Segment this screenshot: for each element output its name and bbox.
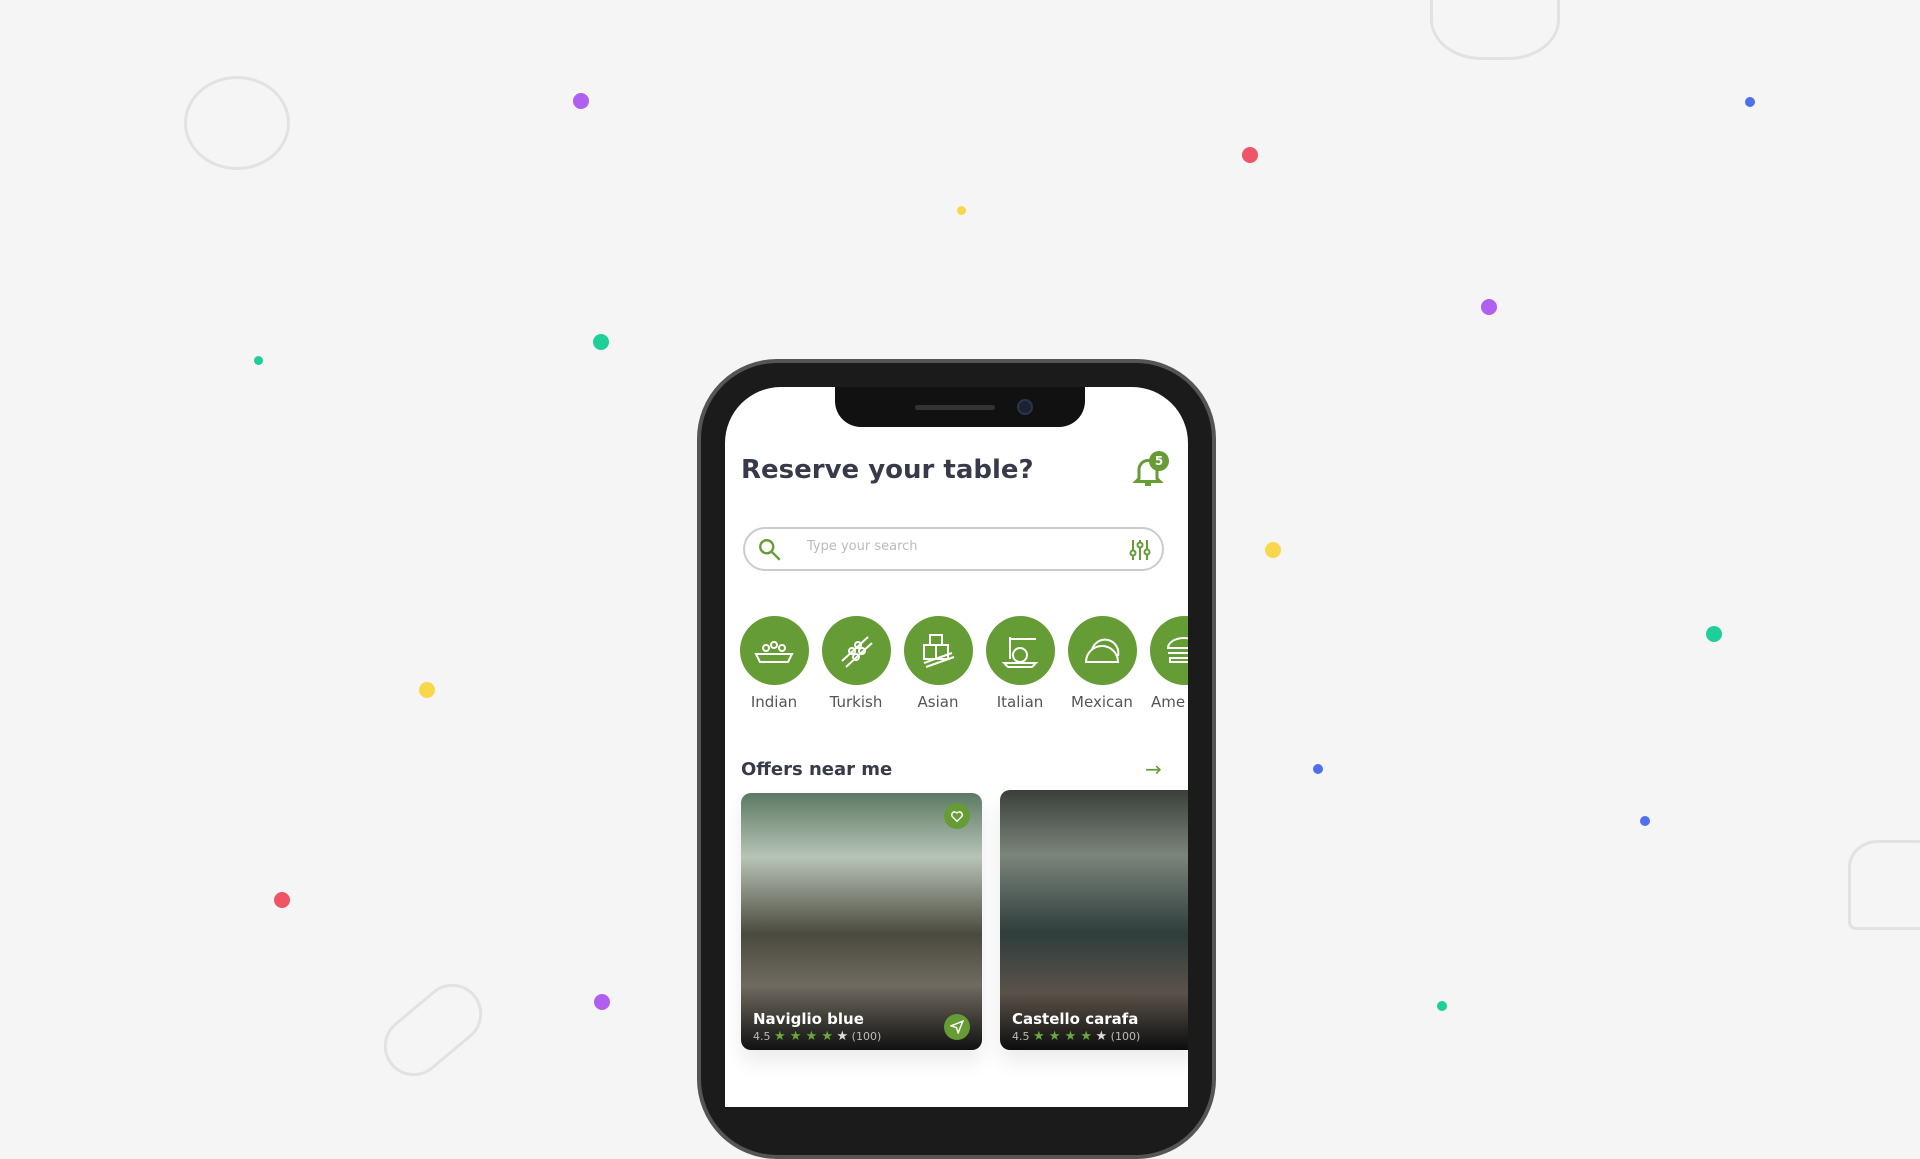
decor-dot	[1481, 299, 1497, 315]
star-icon: ★ ★ ★ ★	[1033, 1029, 1093, 1044]
restaurant-name: Naviglio blue	[753, 1010, 864, 1028]
star-empty-icon: ★	[836, 1029, 849, 1044]
decor-dot	[1265, 542, 1281, 558]
star-empty-icon: ★	[1095, 1029, 1108, 1044]
restaurant-name: Castello carafa	[1012, 1010, 1139, 1028]
spaghetti-icon	[985, 616, 1055, 685]
decor-dot	[419, 682, 435, 698]
filter-sliders-icon[interactable]	[1128, 538, 1152, 562]
decor-dot	[1640, 816, 1650, 826]
app-screen: Reserve your table? 5 Indian Turkish Asi…	[725, 387, 1188, 1107]
decor-dot	[274, 892, 290, 908]
kebab-icon	[821, 616, 891, 685]
biryani-icon	[739, 616, 809, 685]
search-input[interactable]	[807, 539, 1107, 554]
arrow-right-icon[interactable]: →	[1145, 757, 1162, 781]
heart-icon[interactable]	[944, 803, 970, 829]
pizza-doodle-icon	[1430, 0, 1560, 60]
send-icon[interactable]	[944, 1014, 970, 1040]
section-title-offers: Offers near me	[741, 759, 893, 780]
category-indian[interactable]: Indian	[739, 616, 809, 711]
rating: 4.5 ★ ★ ★ ★ ★ (100)	[753, 1029, 882, 1044]
taco-icon	[1067, 616, 1137, 685]
category-italian[interactable]: Italian	[985, 616, 1055, 711]
decor-dot	[1745, 97, 1755, 107]
sushi-icon	[903, 616, 973, 685]
decor-dot	[254, 356, 263, 365]
restaurant-card[interactable]: Naviglio blue 4.5 ★ ★ ★ ★ ★ (100)	[741, 793, 982, 1050]
decor-dot	[1437, 1001, 1447, 1011]
page-title: Reserve your table?	[741, 455, 1034, 485]
decor-dot	[1242, 147, 1258, 163]
phone-notch	[835, 387, 1085, 427]
search-icon	[759, 539, 781, 561]
category-mexican[interactable]: Mexican	[1067, 616, 1137, 711]
camera-icon	[1017, 399, 1033, 415]
category-list: Indian Turkish Asian Italian Mexican Ame	[739, 616, 1188, 711]
decor-dot	[1706, 626, 1722, 642]
category-american[interactable]: Ame	[1149, 616, 1188, 711]
sandwich-doodle-icon	[1848, 840, 1920, 930]
decor-dot	[593, 334, 609, 350]
burger-icon	[1149, 616, 1188, 685]
category-turkish[interactable]: Turkish	[821, 616, 891, 711]
star-icon: ★ ★ ★ ★	[774, 1029, 834, 1044]
notification-badge: 5	[1149, 451, 1169, 471]
donut-doodle-icon	[184, 76, 290, 170]
decor-dot	[594, 994, 610, 1010]
search-bar[interactable]	[743, 527, 1164, 571]
rating: 4.5 ★ ★ ★ ★ ★ (100)	[1012, 1029, 1141, 1044]
category-asian[interactable]: Asian	[903, 616, 973, 711]
decor-dot	[1313, 764, 1323, 774]
decor-dot	[957, 206, 966, 215]
hotdog-doodle-icon	[371, 971, 495, 1089]
decor-dot	[573, 93, 589, 109]
restaurant-card[interactable]: Castello carafa 4.5 ★ ★ ★ ★ ★ (100)	[1000, 790, 1188, 1050]
